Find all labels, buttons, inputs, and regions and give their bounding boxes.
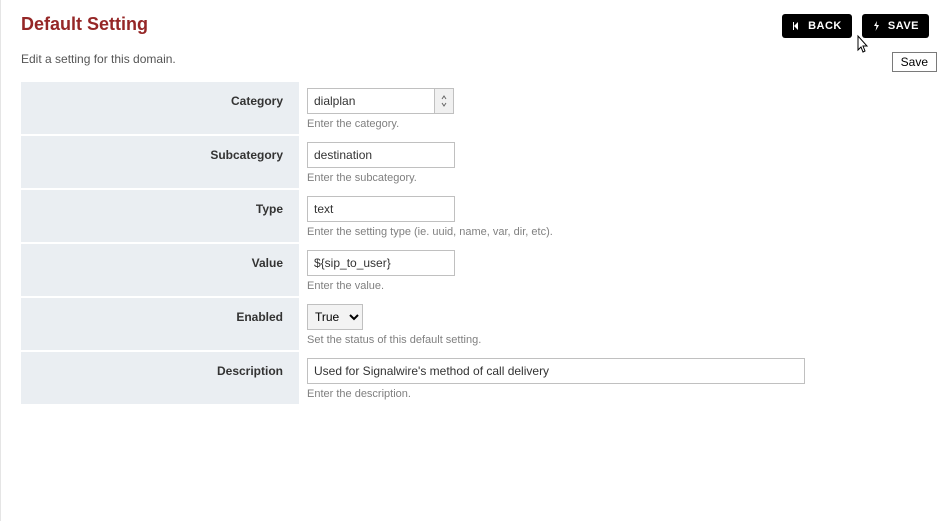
- category-label: Category: [21, 82, 299, 134]
- back-button[interactable]: BACK: [782, 14, 852, 38]
- page-title: Default Setting: [21, 14, 148, 35]
- description-cell: Enter the description.: [299, 352, 929, 404]
- category-select-toggle[interactable]: [434, 88, 454, 114]
- save-button[interactable]: SAVE: [862, 14, 929, 38]
- subcategory-input[interactable]: [307, 142, 455, 168]
- enabled-select[interactable]: True: [307, 304, 363, 330]
- subcategory-row: Subcategory Enter the subcategory.: [21, 136, 929, 188]
- back-button-label: BACK: [808, 20, 842, 32]
- description-input[interactable]: [307, 358, 805, 384]
- type-hint: Enter the setting type (ie. uuid, name, …: [307, 226, 921, 238]
- enabled-row: Enabled True Set the status of this defa…: [21, 298, 929, 350]
- action-buttons: BACK SAVE Save: [782, 14, 929, 38]
- type-row: Type Enter the setting type (ie. uuid, n…: [21, 190, 929, 242]
- value-row: Value Enter the value.: [21, 244, 929, 296]
- subcategory-label: Subcategory: [21, 136, 299, 188]
- value-label: Value: [21, 244, 299, 296]
- type-input[interactable]: [307, 196, 455, 222]
- header: Default Setting BACK SAVE Save: [21, 14, 929, 38]
- page-subtitle: Edit a setting for this domain.: [21, 52, 929, 66]
- enabled-cell: True Set the status of this default sett…: [299, 298, 929, 350]
- subcategory-cell: Enter the subcategory.: [299, 136, 929, 188]
- category-row: Category Enter the category.: [21, 82, 929, 134]
- form-table: Category Enter the category. Subcategory…: [21, 82, 929, 404]
- updown-icon: [439, 95, 449, 107]
- description-label: Description: [21, 352, 299, 404]
- value-input[interactable]: [307, 250, 455, 276]
- enabled-label: Enabled: [21, 298, 299, 350]
- save-tooltip: Save: [892, 52, 937, 72]
- value-cell: Enter the value.: [299, 244, 929, 296]
- type-label: Type: [21, 190, 299, 242]
- save-button-label: SAVE: [888, 20, 919, 32]
- type-cell: Enter the setting type (ie. uuid, name, …: [299, 190, 929, 242]
- category-hint: Enter the category.: [307, 118, 921, 130]
- value-hint: Enter the value.: [307, 280, 921, 292]
- subcategory-hint: Enter the subcategory.: [307, 172, 921, 184]
- enabled-hint: Set the status of this default setting.: [307, 334, 921, 346]
- settings-form-container: Default Setting BACK SAVE Save Edit a se…: [0, 0, 949, 521]
- category-input[interactable]: [307, 88, 435, 114]
- description-row: Description Enter the description.: [21, 352, 929, 404]
- lightning-icon: [872, 21, 882, 31]
- description-hint: Enter the description.: [307, 388, 921, 400]
- back-icon: [792, 21, 802, 31]
- category-cell: Enter the category.: [299, 82, 929, 134]
